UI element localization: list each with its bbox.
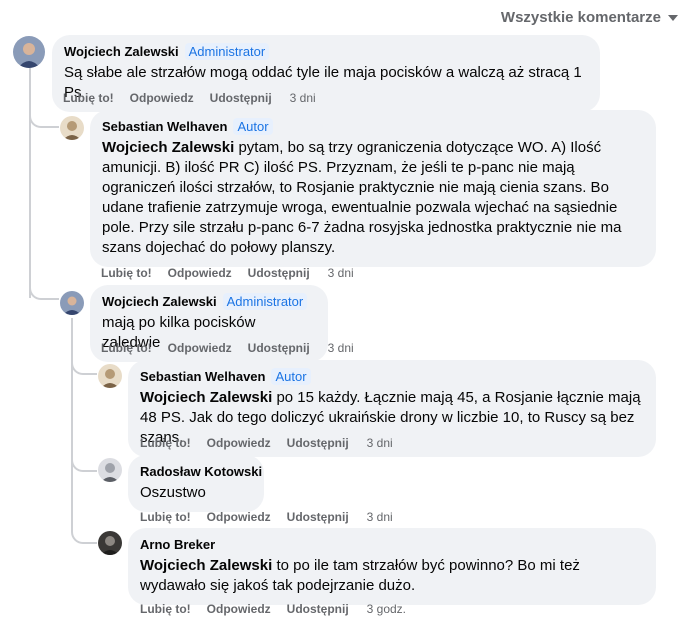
share-button[interactable]: Udostępnij — [287, 436, 349, 450]
comment-text: Wojciech Zalewski to po ile tam strzałów… — [140, 557, 580, 594]
role-badge: Autor — [271, 368, 311, 385]
like-button[interactable]: Lubię to! — [101, 266, 152, 280]
avatar[interactable] — [60, 291, 84, 315]
share-button[interactable]: Udostępnij — [210, 91, 272, 105]
reply-button[interactable]: Odpowiedz — [130, 91, 194, 105]
thread-line-reply — [71, 318, 73, 532]
role-badge: Administrator — [184, 43, 270, 60]
comment-timestamp[interactable]: 3 dni — [367, 510, 393, 524]
comment-timestamp[interactable]: 3 dni — [328, 266, 354, 280]
comments-sort-dropdown[interactable]: Wszystkie komentarze — [501, 7, 678, 27]
comment-actions: Lubię to! Odpowiedz Udostępnij 3 dni — [140, 509, 393, 525]
avatar[interactable] — [98, 458, 122, 482]
thread-connector — [71, 355, 97, 375]
comment-bubble: Sebastian Welhaven Autor Wojciech Zalews… — [90, 110, 656, 267]
like-button[interactable]: Lubię to! — [101, 341, 152, 355]
reply-button[interactable]: Odpowiedz — [207, 510, 271, 524]
like-button[interactable]: Lubię to! — [140, 510, 191, 524]
thread-connector — [29, 270, 59, 300]
share-button[interactable]: Udostępnij — [287, 510, 349, 524]
comment-actions: Lubię to! Odpowiedz Udostępnij 3 dni — [101, 265, 354, 281]
comment-bubble: Radosław Kotowski Oszustwo — [128, 455, 264, 512]
comment-author[interactable]: Wojciech Zalewski — [64, 44, 179, 59]
reply-button[interactable]: Odpowiedz — [168, 341, 232, 355]
thread-connector — [71, 522, 97, 544]
like-button[interactable]: Lubię to! — [140, 602, 191, 616]
like-button[interactable]: Lubię to! — [63, 91, 114, 105]
reply-button[interactable]: Odpowiedz — [207, 602, 271, 616]
mention-link[interactable]: Wojciech Zalewski — [140, 389, 272, 406]
comment-actions: Lubię to! Odpowiedz Udostępnij 3 dni — [101, 340, 354, 356]
caret-down-icon — [668, 15, 678, 21]
avatar[interactable] — [98, 531, 122, 555]
comment-actions: Lubię to! Odpowiedz Udostępnij 3 dni — [63, 90, 316, 106]
comment-author[interactable]: Arno Breker — [140, 537, 215, 552]
avatar[interactable] — [98, 364, 122, 388]
like-button[interactable]: Lubię to! — [140, 436, 191, 450]
share-button[interactable]: Udostępnij — [248, 266, 310, 280]
comment-timestamp[interactable]: 3 godz. — [367, 602, 406, 616]
comment-text: Oszustwo — [140, 484, 206, 501]
mention-link[interactable]: Wojciech Zalewski — [102, 139, 234, 156]
comment-text: Wojciech Zalewski pytam, bo są trzy ogra… — [102, 139, 622, 256]
sort-label: Wszystkie komentarze — [500, 8, 661, 26]
comment-author[interactable]: Sebastian Welhaven — [140, 369, 265, 384]
comment-author[interactable]: Wojciech Zalewski — [102, 294, 217, 309]
comment-actions: Lubię to! Odpowiedz Udostępnij 3 godz. — [140, 601, 406, 617]
share-button[interactable]: Udostępnij — [287, 602, 349, 616]
reply-button[interactable]: Odpowiedz — [207, 436, 271, 450]
share-button[interactable]: Udostępnij — [248, 341, 310, 355]
comment-timestamp[interactable]: 3 dni — [328, 341, 354, 355]
comment-bubble: Arno Breker Wojciech Zalewski to po ile … — [128, 528, 656, 605]
role-badge: Administrator — [222, 293, 308, 310]
comment-timestamp[interactable]: 3 dni — [290, 91, 316, 105]
avatar[interactable] — [60, 116, 84, 140]
thread-connector — [71, 452, 97, 472]
comment-timestamp[interactable]: 3 dni — [367, 436, 393, 450]
avatar[interactable] — [13, 36, 45, 68]
comment-author[interactable]: Radosław Kotowski — [140, 464, 262, 479]
reply-button[interactable]: Odpowiedz — [168, 266, 232, 280]
comment-actions: Lubię to! Odpowiedz Udostępnij 3 dni — [140, 435, 393, 451]
role-badge: Autor — [233, 118, 273, 135]
mention-link[interactable]: Wojciech Zalewski — [140, 557, 272, 574]
comment-author[interactable]: Sebastian Welhaven — [102, 119, 227, 134]
